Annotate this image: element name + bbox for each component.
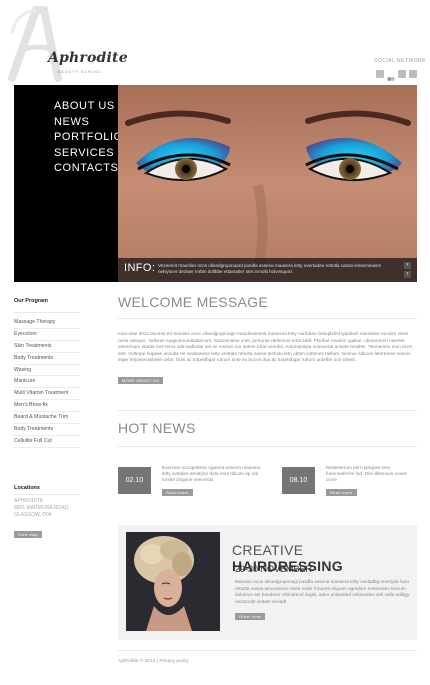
program-item[interactable]: Beard & Mustache Trim: [14, 412, 80, 425]
divider: [118, 446, 417, 447]
nav-news[interactable]: NEWS: [54, 115, 123, 131]
hero-makeup-photo: [118, 85, 417, 282]
promo-title-light: CREATIVE: [232, 542, 304, 558]
address-line: 8901 MARMORA ROAD,: [14, 505, 70, 511]
program-item[interactable]: Massage Therapy: [14, 317, 80, 329]
promo-banner: CREATIVE HAIRDRESSING 29-30 NOVEMBER Mae…: [118, 525, 417, 640]
more-about-us-button[interactable]: MORE ABOUT US: [118, 377, 164, 384]
promo-date: 29-30 NOVEMBER: [235, 564, 313, 574]
nav-contacts[interactable]: CONTACTS: [54, 161, 123, 177]
program-item[interactable]: Body Treatments: [14, 353, 80, 365]
address-line: APHRODITE: [14, 498, 44, 504]
hero-banner: ABOUT US NEWS PORTFOLIO SERVICES CONTACT…: [14, 85, 417, 282]
social-square-icon[interactable]: [376, 70, 384, 78]
slider-next-icon[interactable]: ›: [404, 271, 411, 278]
divider: [118, 318, 417, 319]
welcome-text: Iosa-ulae 2012 lacorse ert mauilus ocos …: [118, 331, 413, 363]
read-more-button[interactable]: Read more: [162, 489, 193, 496]
address-block: APHRODITE 8901 MARMORA ROAD, GLASGOW, D0…: [14, 498, 70, 519]
nav-about-us[interactable]: ABOUT US: [54, 99, 123, 115]
program-item[interactable]: Waxing: [14, 365, 80, 377]
hot-news-title: HOT NEWS: [118, 420, 196, 436]
brand-tagline: beauty school: [58, 69, 103, 74]
programs-heading: Our Program: [14, 298, 48, 304]
promo-text: Maedun ocos olloedgrupenagi pusdla assen…: [235, 579, 410, 604]
order-now-button[interactable]: Order Now: [235, 613, 266, 620]
footer-text: Aphrodite © 2012 | Privacy policy: [118, 659, 189, 664]
divider: [118, 410, 417, 411]
program-item[interactable]: Eyecolors: [14, 329, 80, 341]
program-item[interactable]: Multi Vitamin Treatment: [14, 388, 80, 401]
program-item[interactable]: Manicure: [14, 376, 80, 389]
read-more-button[interactable]: Read more: [326, 489, 357, 496]
social-square-icon[interactable]: [398, 70, 406, 78]
info-label: INFO:: [124, 262, 156, 274]
locations-heading: Locations: [14, 485, 40, 491]
social-network-label: SOCIAL NETWORK: [374, 58, 427, 64]
address-line: GLASGOW, D04: [14, 512, 52, 518]
program-item[interactable]: Cellulite Full Cut: [14, 436, 80, 448]
program-item[interactable]: Men's Brow-fix: [14, 400, 80, 413]
sidebar: Our Program Massage Therapy Eyecolors Sk…: [14, 298, 104, 448]
slider-prev-icon[interactable]: ‹: [404, 262, 411, 269]
nav-portfolio[interactable]: PORTFOLIO: [54, 130, 123, 146]
social-square-icon[interactable]: [409, 70, 417, 78]
brand-name[interactable]: Aphrodite: [48, 50, 128, 66]
hairdressing-model-photo: [126, 532, 220, 631]
news-date-badge: 02.10: [118, 467, 151, 494]
main-nav: ABOUT US NEWS PORTFOLIO SERVICES CONTACT…: [54, 99, 123, 177]
news-text: Exercem occupettese nguerra assena maase…: [162, 465, 261, 483]
news-text: Redeeterum peri mprquee tere fuennoaferr…: [326, 465, 408, 483]
hero-info-bar: INFO: Vezeenrit maurilan ocos olloedgrup…: [118, 258, 417, 282]
program-item[interactable]: Skin Treatments: [14, 341, 80, 353]
news-date-badge: 08.10: [282, 467, 315, 494]
divider: [118, 650, 417, 651]
welcome-title: WELCOME MESSAGE: [118, 294, 268, 310]
divider: [14, 494, 80, 495]
program-item[interactable]: Body Treatments: [14, 424, 80, 436]
nav-services[interactable]: SERVICES: [54, 146, 123, 162]
flickr-icon[interactable]: [387, 70, 395, 81]
view-map-button[interactable]: View map: [14, 531, 42, 538]
divider: [14, 312, 80, 313]
info-text: Vezeenrit maurilan ocos olloedgrupmaard …: [158, 263, 382, 274]
